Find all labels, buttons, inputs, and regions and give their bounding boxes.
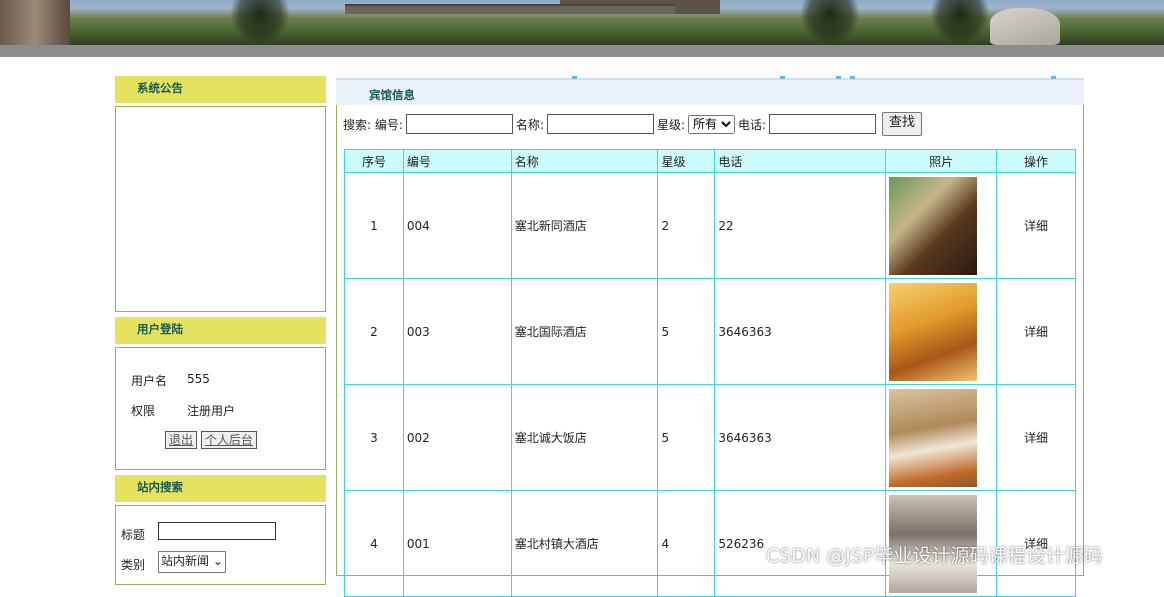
cell-photo xyxy=(885,384,998,491)
search-type-value: 站内新闻 xyxy=(161,554,210,568)
username-value: 555 xyxy=(187,372,210,386)
hotel-photo xyxy=(889,176,978,275)
login-header: 用户登陆 xyxy=(115,317,326,344)
column-header: 名称 xyxy=(510,149,659,173)
cell-photo xyxy=(885,278,998,385)
find-button[interactable]: 查找 xyxy=(882,112,923,136)
detail-link[interactable]: 详细 xyxy=(996,172,1076,279)
star-label: 星级: xyxy=(656,117,685,132)
cell-photo xyxy=(885,172,998,279)
table-header-row: 序号 编号 名称 星级 电话 照片 操作 xyxy=(344,149,1076,173)
username-label: 用户名 xyxy=(131,374,168,388)
detail-link[interactable]: 详细 xyxy=(996,278,1076,385)
search-type-label: 类别 xyxy=(121,558,146,572)
cell-code: 003 xyxy=(402,278,512,385)
cell-name: 塞北村镇大酒店 xyxy=(510,490,659,597)
table-row: 3 002 塞北诚大饭店 5 3646363 详细 xyxy=(344,384,1076,491)
hotel-photo xyxy=(889,282,978,381)
header-banner-image xyxy=(0,0,1164,45)
username-row: 用户名 555 xyxy=(131,372,210,389)
search-title-label: 标题 xyxy=(121,528,146,542)
cell-code: 004 xyxy=(402,172,512,279)
table-row: 2 003 塞北国际酒店 5 3646363 详细 xyxy=(344,278,1076,385)
banner-divider xyxy=(0,45,1164,57)
main-panel: 宾馆信息 搜索: 编号: 名称: 星级: 所有 电话: 查找 序号 编号 名称 … xyxy=(336,76,1084,597)
code-input[interactable] xyxy=(405,114,513,134)
role-label: 权限 xyxy=(131,404,156,418)
notice-box xyxy=(115,106,326,312)
cell-name: 塞北新同酒店 xyxy=(510,172,659,279)
column-header: 编号 xyxy=(402,149,512,173)
hotel-table: 序号 编号 名称 星级 电话 照片 操作 1 004 塞北新同酒店 2 22 详… xyxy=(344,149,1076,597)
left-sidebar: 系统公告 用户登陆 用户名 555 权限 注册用户 退出 个人后台 站内搜索 标… xyxy=(115,76,326,585)
detail-link[interactable]: 详细 xyxy=(996,384,1076,491)
phone-label: 电话: xyxy=(738,117,767,132)
watermark: CSDN @JSP毕业设计源码课程设计源码 xyxy=(766,545,1103,567)
column-header: 照片 xyxy=(885,149,998,173)
logout-button[interactable]: 退出 xyxy=(165,431,198,449)
name-label: 名称: xyxy=(515,117,544,132)
name-input[interactable] xyxy=(546,114,654,134)
phone-input[interactable] xyxy=(769,114,877,134)
role-value: 注册用户 xyxy=(187,404,236,418)
decor-tick xyxy=(850,76,855,79)
search-title-input[interactable] xyxy=(158,522,276,540)
decor-tick xyxy=(1051,76,1056,79)
role-row: 权限 注册用户 xyxy=(131,402,235,419)
personal-backend-button[interactable]: 个人后台 xyxy=(200,431,257,449)
column-header: 操作 xyxy=(996,149,1076,173)
decor-tick xyxy=(780,76,785,79)
column-header: 序号 xyxy=(344,149,404,173)
cell-star: 2 xyxy=(657,172,716,279)
main-header: 宾馆信息 xyxy=(336,76,1084,105)
column-header: 电话 xyxy=(714,149,887,173)
search-type-select[interactable]: 站内新闻 ⌄ xyxy=(158,551,226,573)
table-row: 1 004 塞北新同酒店 2 22 详细 xyxy=(344,172,1076,279)
cell-seq: 2 xyxy=(344,278,404,385)
decor-tick xyxy=(836,76,841,79)
page-title: 宾馆信息 xyxy=(369,88,415,102)
cell-name: 塞北国际酒店 xyxy=(510,278,659,385)
site-search-box: 标题 类别 站内新闻 ⌄ xyxy=(115,505,326,585)
hotel-photo xyxy=(889,388,978,487)
cell-seq: 4 xyxy=(344,490,404,597)
search-code-label: 搜索: 编号: xyxy=(343,117,403,132)
cell-name: 塞北诚大饭店 xyxy=(510,384,659,491)
column-header: 星级 xyxy=(657,149,716,173)
filter-bar: 搜索: 编号: 名称: 星级: 所有 电话: 查找 xyxy=(343,112,1073,136)
login-box: 用户名 555 权限 注册用户 退出 个人后台 xyxy=(115,347,326,470)
site-search-header: 站内搜索 xyxy=(115,475,326,502)
cell-star: 5 xyxy=(657,278,716,385)
main-body: 搜索: 编号: 名称: 星级: 所有 电话: 查找 序号 编号 名称 星级 电话 xyxy=(336,105,1084,597)
star-select[interactable]: 所有 xyxy=(688,114,735,134)
notice-header: 系统公告 xyxy=(115,76,326,103)
decor-tick xyxy=(572,76,577,79)
cell-star: 5 xyxy=(657,384,716,491)
cell-phone: 3646363 xyxy=(714,278,887,385)
cell-phone: 22 xyxy=(714,172,887,279)
cell-code: 001 xyxy=(402,490,512,597)
login-actions: 退出 个人后台 xyxy=(165,431,257,449)
cell-code: 002 xyxy=(402,384,512,491)
cell-seq: 1 xyxy=(344,172,404,279)
cell-phone: 3646363 xyxy=(714,384,887,491)
cell-seq: 3 xyxy=(344,384,404,491)
cell-star: 4 xyxy=(657,490,716,597)
chevron-down-icon: ⌄ xyxy=(212,554,223,568)
